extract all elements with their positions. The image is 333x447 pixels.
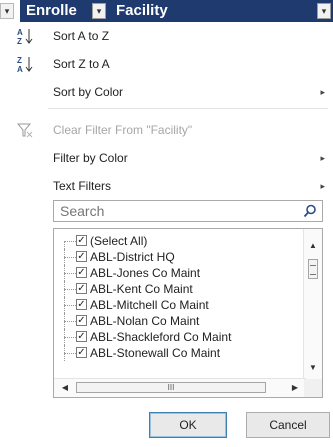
scrollbar-corner [304, 379, 322, 397]
enroll-column-label: Enrolle [26, 2, 77, 19]
tree-line [64, 337, 76, 338]
menu-item-sort-a-to-z[interactable]: A Z Sort A to Z [0, 22, 333, 50]
checkbox[interactable]: ✓ [76, 331, 87, 342]
tree-line [64, 321, 76, 322]
list-item-label: ABL-Shackleford Co Maint [90, 330, 232, 344]
menu-item-clear-filter[interactable]: Clear Filter From "Facility" [0, 116, 333, 144]
checkbox[interactable]: ✓ [76, 235, 87, 246]
menu-item-sort-by-color[interactable]: Sort by Color ▸ [0, 78, 333, 106]
sort-a-to-z-icon: A Z [16, 27, 34, 46]
checkbox[interactable]: ✓ [76, 347, 87, 358]
horizontal-scroll-thumb[interactable]: III [76, 382, 266, 393]
tree-line [64, 305, 76, 306]
filter-values: ✓ (Select All) ✓ ABL-District HQ ✓ ABL-J… [54, 229, 306, 379]
list-item-label: ABL-Kent Co Maint [90, 282, 193, 296]
submenu-arrow-icon: ▸ [320, 181, 325, 191]
header-row: ▾ Enrolle ▾ Facility ▾ [0, 0, 333, 23]
list-item-label: ABL-Stonewall Co Maint [90, 346, 221, 360]
search-icon[interactable] [303, 204, 317, 218]
checkbox[interactable]: ✓ [76, 283, 87, 294]
list-item[interactable]: ✓ ABL-Mitchell Co Maint [54, 297, 306, 313]
svg-text:Z: Z [17, 37, 22, 45]
menu-separator [48, 108, 328, 109]
ok-button[interactable]: OK [149, 412, 227, 438]
checkbox[interactable]: ✓ [76, 251, 87, 262]
scroll-thumb[interactable] [308, 259, 318, 279]
list-item[interactable]: ✓ ABL-Kent Co Maint [54, 281, 306, 297]
tree-line [64, 257, 76, 258]
autofilter-menu: A Z Sort A to Z Z A Sort Z to A Sort by … [0, 22, 333, 447]
list-item[interactable]: ✓ ABL-District HQ [54, 249, 306, 265]
svg-text:Z: Z [17, 56, 22, 65]
menu-item-filter-by-color[interactable]: Filter by Color ▸ [0, 144, 333, 172]
menu-item-label: Filter by Color [53, 151, 128, 165]
menu-item-label: Sort by Color [53, 85, 124, 99]
filter-values-list[interactable]: ✓ (Select All) ✓ ABL-District HQ ✓ ABL-J… [53, 228, 323, 398]
scroll-up-icon[interactable]: ▲ [304, 237, 322, 255]
submenu-arrow-icon: ▸ [320, 87, 325, 97]
facility-column-header[interactable]: Facility ▾ [110, 0, 333, 22]
list-item[interactable]: ✓ ABL-Stonewall Co Maint [54, 345, 306, 361]
tree-line [64, 273, 76, 274]
tree-line [64, 241, 76, 242]
svg-text:A: A [17, 65, 23, 73]
menu-item-label: Clear Filter From "Facility" [53, 123, 193, 137]
list-item[interactable]: ✓ ABL-Nolan Co Maint [54, 313, 306, 329]
tree-line [64, 353, 76, 354]
submenu-arrow-icon: ▸ [320, 153, 325, 163]
scroll-thumb-grip: III [167, 383, 175, 392]
menu-item-label: Sort Z to A [53, 57, 110, 71]
list-item[interactable]: ✓ ABL-Shackleford Co Maint [54, 329, 306, 345]
tree-line [64, 241, 65, 249]
list-item[interactable]: ✓ ABL-Jones Co Maint [54, 265, 306, 281]
facility-filter-dropdown-icon[interactable]: ▾ [317, 3, 331, 19]
checkbox[interactable]: ✓ [76, 267, 87, 278]
menu-item-text-filters[interactable]: Text Filters ▸ [0, 172, 333, 200]
list-item-label: ABL-Jones Co Maint [90, 266, 201, 280]
search-box[interactable] [53, 200, 323, 222]
list-item-label: (Select All) [90, 234, 148, 248]
svg-text:A: A [17, 28, 23, 37]
menu-item-label: Sort A to Z [53, 29, 110, 43]
list-item-select-all[interactable]: ✓ (Select All) [54, 233, 306, 249]
vertical-scrollbar[interactable]: ▲ ▼ [303, 229, 322, 379]
cancel-button[interactable]: Cancel [246, 412, 330, 438]
sort-z-to-a-icon: Z A [16, 55, 34, 74]
scroll-down-icon[interactable]: ▼ [304, 359, 322, 377]
clear-filter-icon [16, 121, 34, 139]
tree-line [64, 289, 76, 290]
list-item-label: ABL-Nolan Co Maint [90, 314, 200, 328]
menu-item-label: Text Filters [53, 179, 112, 193]
checkbox[interactable]: ✓ [76, 299, 87, 310]
horizontal-scrollbar[interactable]: ◀ III ▶ [54, 378, 306, 397]
search-input[interactable] [54, 201, 306, 221]
enroll-filter-dropdown-icon[interactable]: ▾ [92, 3, 106, 19]
checkbox[interactable]: ✓ [76, 315, 87, 326]
facility-column-label: Facility [116, 2, 168, 19]
list-item-label: ABL-District HQ [90, 250, 175, 264]
list-item-label: ABL-Mitchell Co Maint [90, 298, 209, 312]
previous-column-dropdown-icon[interactable]: ▾ [0, 3, 14, 19]
scroll-left-icon[interactable]: ◀ [56, 379, 74, 397]
menu-item-sort-z-to-a[interactable]: Z A Sort Z to A [0, 50, 333, 78]
scroll-right-icon[interactable]: ▶ [286, 379, 304, 397]
